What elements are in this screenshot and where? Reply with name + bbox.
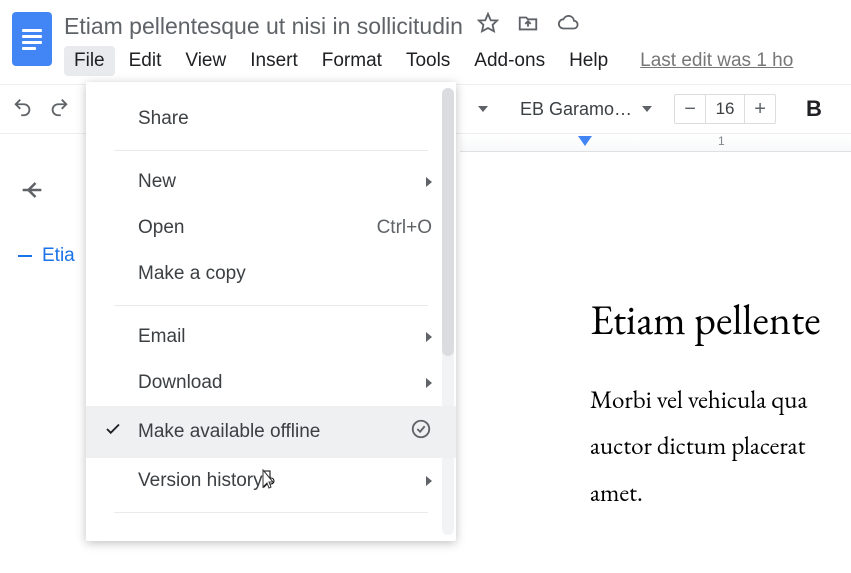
undo-icon[interactable] — [12, 96, 34, 123]
menu-separator — [114, 305, 428, 306]
document-title[interactable]: Etiam pellentesque ut nisi in sollicitud… — [64, 13, 463, 40]
indent-marker-icon[interactable] — [578, 136, 592, 146]
ruler[interactable]: 1 — [460, 134, 851, 152]
outline-item[interactable]: Etia — [18, 245, 78, 267]
submenu-arrow-icon — [426, 476, 432, 486]
submenu-arrow-icon — [426, 177, 432, 187]
page-body-line: Morbi vel vehicula qua — [590, 377, 821, 423]
shortcut-label: Ctrl+O — [377, 217, 432, 239]
menu-item-share[interactable]: Share — [86, 96, 456, 142]
menu-item-download[interactable]: Download — [86, 360, 456, 406]
menu-addons[interactable]: Add-ons — [464, 46, 555, 76]
page-body-line: auctor dictum placerat — [590, 423, 821, 469]
menu-item-open[interactable]: OpenCtrl+O — [86, 205, 456, 251]
menu-format[interactable]: Format — [312, 46, 392, 76]
page-body-line: amet. — [590, 470, 821, 516]
menu-insert[interactable]: Insert — [240, 46, 308, 76]
outline-item-label: Etia — [42, 245, 75, 267]
menu-edit[interactable]: Edit — [119, 46, 172, 76]
document-page[interactable]: Etiam pellente Morbi vel vehicula qua au… — [480, 152, 821, 573]
menu-help[interactable]: Help — [559, 46, 618, 76]
menu-item-version-history[interactable]: Version history — [86, 458, 456, 504]
offline-status-icon — [410, 418, 432, 446]
bold-button[interactable]: B — [806, 96, 822, 122]
menubar: File Edit View Insert Format Tools Add-o… — [64, 46, 839, 76]
redo-icon[interactable] — [48, 96, 70, 123]
star-icon[interactable] — [477, 12, 499, 40]
font-size-stepper: − 16 + — [674, 94, 776, 124]
page-heading: Etiam pellente — [590, 292, 821, 347]
cloud-status-icon[interactable] — [557, 12, 579, 40]
font-size-decrease[interactable]: − — [675, 94, 705, 124]
styles-dropdown-icon[interactable] — [478, 106, 488, 112]
move-icon[interactable] — [517, 12, 539, 40]
menu-item-email[interactable]: Email — [86, 314, 456, 360]
ruler-tick-label: 1 — [718, 134, 725, 148]
submenu-arrow-icon — [426, 378, 432, 388]
menu-item-make-copy[interactable]: Make a copy — [86, 251, 456, 297]
font-size-value[interactable]: 16 — [705, 95, 745, 123]
menu-separator — [114, 150, 428, 151]
chevron-down-icon — [642, 106, 652, 112]
font-picker[interactable]: EB Garamo… — [520, 99, 652, 120]
menu-view[interactable]: View — [175, 46, 236, 76]
check-icon — [104, 420, 122, 444]
menu-tools[interactable]: Tools — [396, 46, 460, 76]
font-name: EB Garamo… — [520, 99, 632, 120]
menu-separator — [114, 512, 428, 513]
menu-item-new[interactable]: New — [86, 159, 456, 205]
outline-panel: Etia — [0, 152, 90, 573]
docs-logo[interactable] — [12, 12, 52, 66]
submenu-arrow-icon — [426, 332, 432, 342]
font-size-increase[interactable]: + — [745, 94, 775, 124]
file-menu-dropdown: Share New OpenCtrl+O Make a copy Email D… — [86, 82, 456, 541]
outline-collapse-icon[interactable] — [18, 176, 78, 209]
outline-bullet-icon — [18, 255, 32, 257]
menu-file[interactable]: File — [64, 46, 115, 76]
last-edit-link[interactable]: Last edit was 1 ho — [640, 50, 793, 72]
menu-item-make-available-offline[interactable]: Make available offline — [86, 406, 456, 458]
